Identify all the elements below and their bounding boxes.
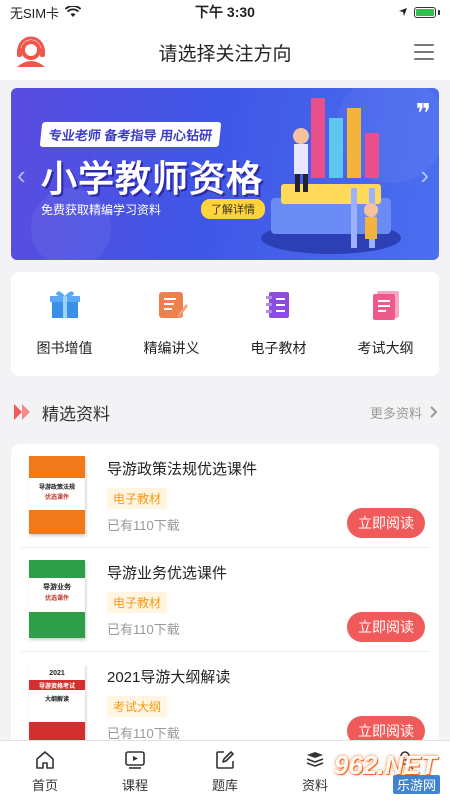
- tab-label: 首页: [31, 778, 58, 793]
- section-header: 精选资料 更多资料: [14, 396, 438, 428]
- menu-icon[interactable]: [414, 44, 434, 60]
- customer-service-icon[interactable]: [14, 36, 48, 68]
- banner-title: 小学教师资格: [41, 158, 264, 199]
- tab-question-bank[interactable]: 题库: [180, 741, 270, 800]
- watermark-text: 乐游网: [392, 775, 440, 794]
- book-cover: 导游业务 优选课件: [29, 560, 85, 638]
- item-tag: 考试大纲: [107, 696, 168, 717]
- read-now-button[interactable]: 立即阅读: [347, 508, 425, 538]
- tab-label: 课程: [121, 778, 148, 793]
- materials-list: 导游政策法规 优选课件 导游政策法规优选课件 电子教材 已有110下载 立即阅读…: [11, 444, 439, 744]
- page-title: 请选择关注方向: [158, 43, 292, 65]
- app-header: 请选择关注方向: [0, 24, 450, 80]
- tab-courses[interactable]: 课程: [90, 741, 180, 800]
- tab-home[interactable]: 首页: [0, 741, 90, 800]
- read-now-button[interactable]: 立即阅读: [347, 612, 425, 642]
- notes-icon: [158, 292, 188, 318]
- edit-icon: [216, 751, 234, 769]
- more-materials-link[interactable]: 更多资料: [370, 403, 438, 422]
- item-title: 导游政策法规优选课件: [107, 461, 258, 478]
- book-cover: 2021 导游资格考试 大纲解读: [29, 664, 85, 742]
- chevron-right-icon[interactable]: ›: [420, 160, 429, 191]
- list-item[interactable]: 导游政策法规 优选课件 导游政策法规优选课件 电子教材 已有110下载 立即阅读: [21, 444, 429, 548]
- category-label: 考试大纲: [357, 340, 414, 356]
- item-title: 2021导游大纲解读: [107, 669, 231, 686]
- outline-icon: [372, 291, 399, 320]
- status-left: 无SIM卡: [10, 3, 82, 22]
- category-item-ebook[interactable]: 电子教材: [225, 272, 332, 376]
- site-watermark: 962.NET 乐游网: [304, 750, 444, 796]
- item-tag: 电子教材: [107, 488, 168, 509]
- promo-banner[interactable]: ❞ 专业老师 备考指导 用心钻研 小学教师资格 免费获取精编学习资料 了解详情 …: [11, 88, 439, 260]
- double-chevron-icon: [14, 404, 30, 420]
- quote-icon: ❞: [415, 98, 431, 128]
- category-label: 图书增值: [36, 340, 93, 356]
- book-cover: 导游政策法规 优选课件: [29, 456, 85, 534]
- battery-indicator: [398, 6, 440, 18]
- learn-more-button[interactable]: 了解详情: [201, 199, 265, 219]
- battery-icon: [414, 6, 436, 18]
- carrier-label: 无SIM卡: [10, 5, 60, 21]
- download-count: 已有110下载: [107, 518, 180, 533]
- section-title: 精选资料: [14, 400, 110, 425]
- banner-subtitle: 免费获取精编学习资料: [41, 203, 162, 217]
- list-item[interactable]: 导游业务 优选课件 导游业务优选课件 电子教材 已有110下载 立即阅读: [21, 548, 429, 652]
- category-item-notes[interactable]: 精编讲义: [118, 272, 225, 376]
- category-item-book-bonus[interactable]: 图书增值: [11, 272, 118, 376]
- download-count: 已有110下载: [107, 622, 180, 637]
- wifi-icon: [65, 6, 82, 17]
- gift-icon: [49, 291, 80, 318]
- category-grid: 图书增值 精编讲义 电子教材 考试大纲: [11, 272, 439, 376]
- banner-tagline: 专业老师 备考指导 用心钻研: [39, 122, 222, 147]
- category-item-outline[interactable]: 考试大纲: [332, 272, 439, 376]
- category-label: 电子教材: [250, 340, 307, 356]
- home-icon: [36, 751, 54, 769]
- chevron-right-icon: [430, 406, 438, 418]
- tab-label: 题库: [211, 778, 238, 793]
- chevron-left-icon[interactable]: ‹: [17, 160, 26, 191]
- section-title-text: 精选资料: [42, 404, 110, 424]
- item-title: 导游业务优选课件: [107, 565, 228, 582]
- status-bar: 无SIM卡 下午 3:30: [0, 0, 450, 24]
- ebook-icon: [265, 292, 289, 318]
- item-tag: 电子教材: [107, 592, 168, 613]
- category-label: 精编讲义: [143, 340, 200, 356]
- play-icon: [125, 751, 145, 769]
- list-item[interactable]: 2021 导游资格考试 大纲解读 2021导游大纲解读 考试大纲 已有110下载…: [21, 652, 429, 744]
- location-icon: [399, 8, 407, 16]
- more-label: 更多资料: [369, 405, 422, 421]
